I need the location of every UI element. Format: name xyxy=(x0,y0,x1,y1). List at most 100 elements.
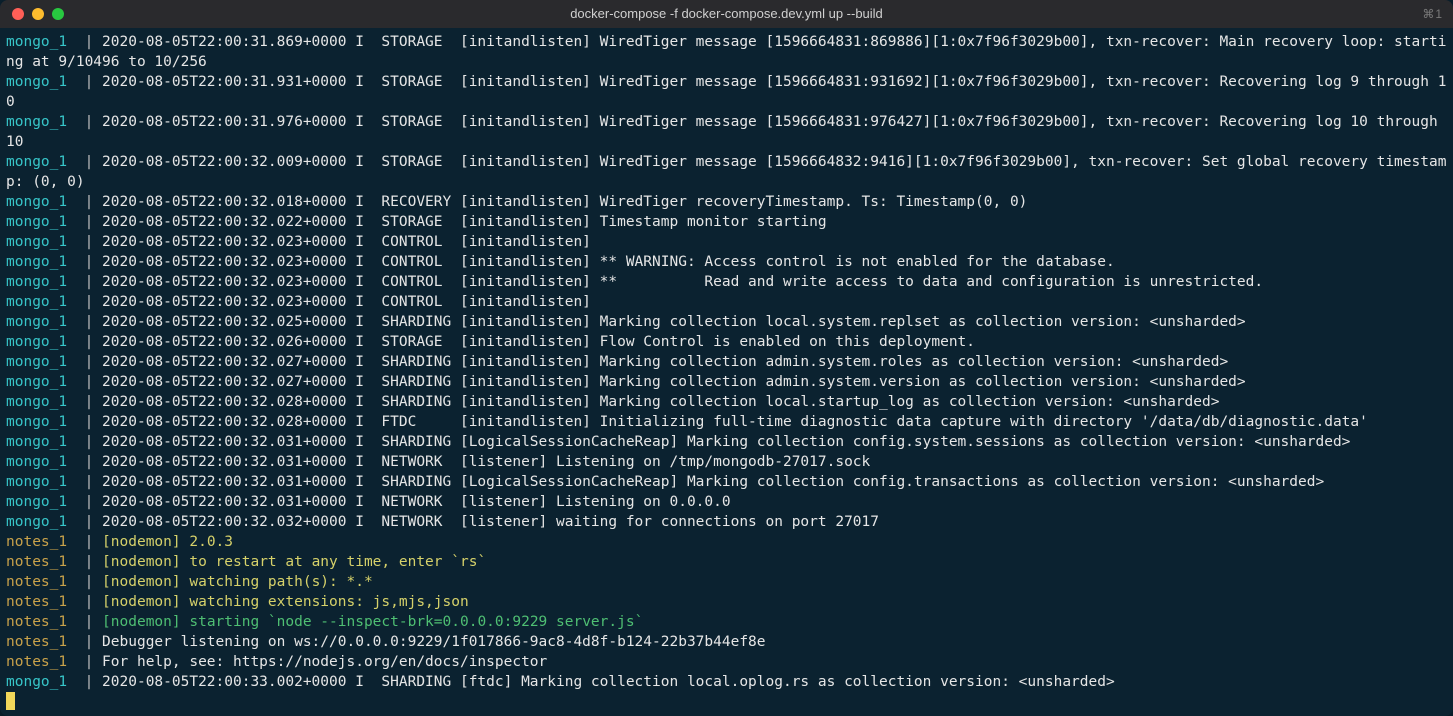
log-line: 2.0.3 xyxy=(189,534,233,550)
pipe: | xyxy=(85,314,94,330)
service-label: mongo_1 xyxy=(6,394,67,410)
service-label: mongo_1 xyxy=(6,234,67,250)
service-label: notes_1 xyxy=(6,554,67,570)
log-line: watching extensions: js,mjs,json xyxy=(189,594,468,610)
log-line: to restart at any time, enter `rs` xyxy=(189,554,486,570)
log-line: 2020-08-05T22:00:31.931+0000 I STORAGE [… xyxy=(6,74,1446,110)
service-label: notes_1 xyxy=(6,574,67,590)
pipe: | xyxy=(85,274,94,290)
pipe: | xyxy=(85,534,94,550)
service-label: mongo_1 xyxy=(6,274,67,290)
service-label: mongo_1 xyxy=(6,154,67,170)
terminal-window: docker-compose -f docker-compose.dev.yml… xyxy=(0,0,1453,716)
log-line: 2020-08-05T22:00:32.025+0000 I SHARDING … xyxy=(102,314,1246,330)
log-line: 2020-08-05T22:00:32.032+0000 I NETWORK [… xyxy=(102,514,879,530)
service-label: mongo_1 xyxy=(6,294,67,310)
service-label: notes_1 xyxy=(6,614,67,630)
service-label: notes_1 xyxy=(6,594,67,610)
log-line: 2020-08-05T22:00:32.031+0000 I SHARDING … xyxy=(102,474,1324,490)
traffic-lights xyxy=(0,8,64,20)
pipe: | xyxy=(85,34,94,50)
log-line: 2020-08-05T22:00:32.009+0000 I STORAGE [… xyxy=(6,154,1446,190)
pipe: | xyxy=(85,234,94,250)
log-line: 2020-08-05T22:00:32.031+0000 I NETWORK [… xyxy=(102,454,870,470)
nodemon-tag: [nodemon] xyxy=(102,554,181,570)
service-label: notes_1 xyxy=(6,654,67,670)
pipe: | xyxy=(85,254,94,270)
pipe: | xyxy=(85,74,94,90)
log-line: 2020-08-05T22:00:32.023+0000 I CONTROL [… xyxy=(102,294,591,310)
service-label: mongo_1 xyxy=(6,374,67,390)
log-line: 2020-08-05T22:00:31.976+0000 I STORAGE [… xyxy=(6,114,1446,150)
close-window-button[interactable] xyxy=(12,8,24,20)
log-line: 2020-08-05T22:00:32.022+0000 I STORAGE [… xyxy=(102,214,827,230)
nodemon-tag: [nodemon] xyxy=(102,614,181,630)
pipe: | xyxy=(85,634,94,650)
pipe: | xyxy=(85,654,94,670)
log-line: 2020-08-05T22:00:32.023+0000 I CONTROL [… xyxy=(102,234,591,250)
pipe: | xyxy=(85,114,94,130)
log-line: 2020-08-05T22:00:31.869+0000 I STORAGE [… xyxy=(6,34,1446,70)
log-line: watching path(s): *.* xyxy=(189,574,372,590)
service-label: mongo_1 xyxy=(6,74,67,90)
pipe: | xyxy=(85,574,94,590)
pipe: | xyxy=(85,194,94,210)
log-line: 2020-08-05T22:00:32.026+0000 I STORAGE [… xyxy=(102,334,975,350)
log-line: 2020-08-05T22:00:32.031+0000 I SHARDING … xyxy=(102,434,1350,450)
service-label: mongo_1 xyxy=(6,34,67,50)
service-label: mongo_1 xyxy=(6,194,67,210)
service-label: mongo_1 xyxy=(6,454,67,470)
service-label: mongo_1 xyxy=(6,314,67,330)
log-line: starting `node --inspect-brk=0.0.0.0:922… xyxy=(189,614,643,630)
log-line: Debugger listening on ws://0.0.0.0:9229/… xyxy=(102,634,765,650)
pipe: | xyxy=(85,594,94,610)
log-line: 2020-08-05T22:00:32.028+0000 I FTDC [ini… xyxy=(102,414,1368,430)
pipe: | xyxy=(85,614,94,630)
service-label: notes_1 xyxy=(6,534,67,550)
pipe: | xyxy=(85,334,94,350)
log-line: 2020-08-05T22:00:32.027+0000 I SHARDING … xyxy=(102,374,1246,390)
service-label: mongo_1 xyxy=(6,494,67,510)
nodemon-tag: [nodemon] xyxy=(102,594,181,610)
service-label: mongo_1 xyxy=(6,474,67,490)
pipe: | xyxy=(85,154,94,170)
cursor xyxy=(6,692,15,710)
service-label: notes_1 xyxy=(6,634,67,650)
nodemon-tag: [nodemon] xyxy=(102,574,181,590)
pipe: | xyxy=(85,294,94,310)
log-line: 2020-08-05T22:00:32.018+0000 I RECOVERY … xyxy=(102,194,1027,210)
service-label: mongo_1 xyxy=(6,354,67,370)
pipe: | xyxy=(85,214,94,230)
log-line: For help, see: https://nodejs.org/en/doc… xyxy=(102,654,547,670)
pipe: | xyxy=(85,514,94,530)
minimize-window-button[interactable] xyxy=(32,8,44,20)
log-line: 2020-08-05T22:00:33.002+0000 I SHARDING … xyxy=(102,674,1115,690)
service-label: mongo_1 xyxy=(6,414,67,430)
window-title: docker-compose -f docker-compose.dev.yml… xyxy=(0,4,1453,24)
zoom-window-button[interactable] xyxy=(52,8,64,20)
service-label: mongo_1 xyxy=(6,334,67,350)
service-label: mongo_1 xyxy=(6,214,67,230)
log-line: 2020-08-05T22:00:32.023+0000 I CONTROL [… xyxy=(102,254,1115,270)
log-line: 2020-08-05T22:00:32.031+0000 I NETWORK [… xyxy=(102,494,731,510)
pipe: | xyxy=(85,454,94,470)
pipe: | xyxy=(85,554,94,570)
service-label: mongo_1 xyxy=(6,254,67,270)
titlebar[interactable]: docker-compose -f docker-compose.dev.yml… xyxy=(0,0,1453,28)
window-shortcut-hint: ⌘1 xyxy=(1422,4,1443,24)
pipe: | xyxy=(85,494,94,510)
service-label: mongo_1 xyxy=(6,434,67,450)
pipe: | xyxy=(85,414,94,430)
log-line: 2020-08-05T22:00:32.027+0000 I SHARDING … xyxy=(102,354,1228,370)
terminal-output[interactable]: mongo_1 | 2020-08-05T22:00:31.869+0000 I… xyxy=(0,28,1453,716)
pipe: | xyxy=(85,374,94,390)
log-line: 2020-08-05T22:00:32.023+0000 I CONTROL [… xyxy=(102,274,1263,290)
nodemon-tag: [nodemon] xyxy=(102,534,181,550)
service-label: mongo_1 xyxy=(6,514,67,530)
pipe: | xyxy=(85,394,94,410)
log-line: 2020-08-05T22:00:32.028+0000 I SHARDING … xyxy=(102,394,1219,410)
pipe: | xyxy=(85,434,94,450)
service-label: mongo_1 xyxy=(6,114,67,130)
service-label: mongo_1 xyxy=(6,674,67,690)
pipe: | xyxy=(85,474,94,490)
